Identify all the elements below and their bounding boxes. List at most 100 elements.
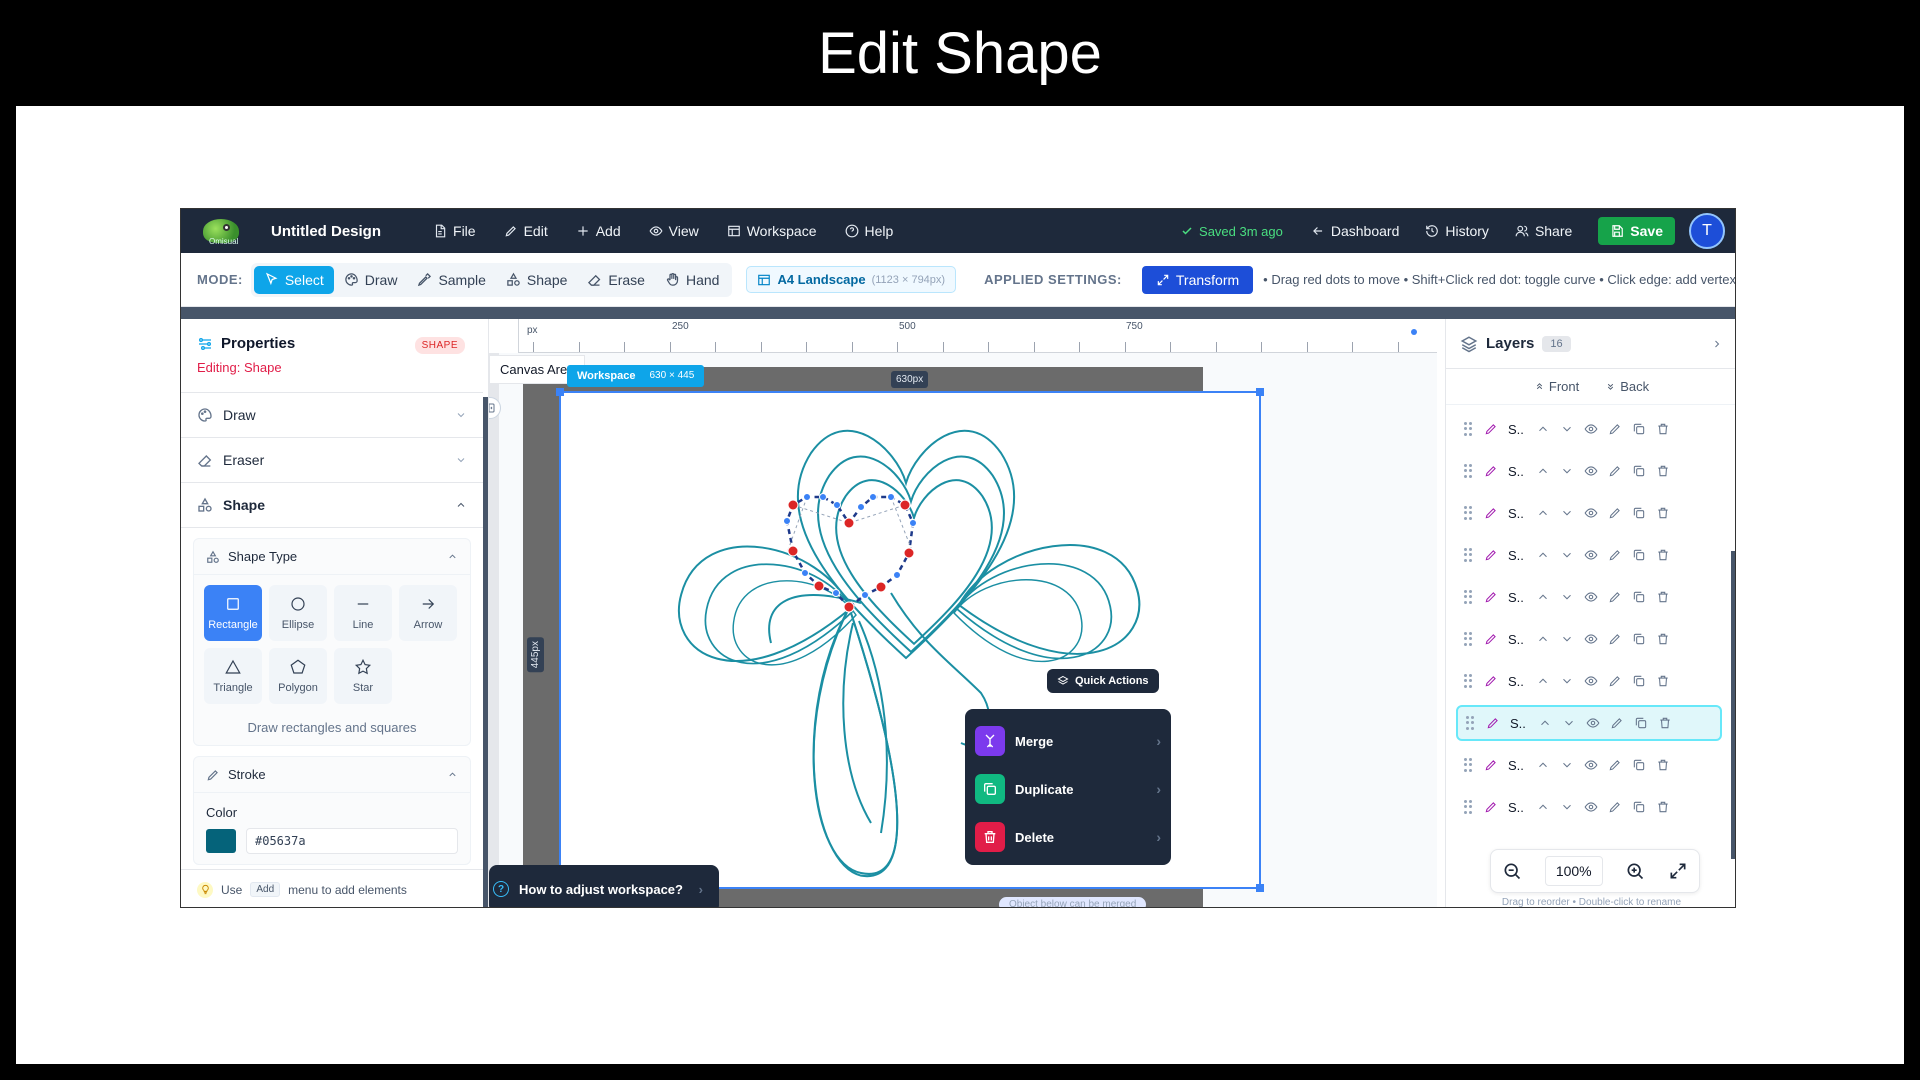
vertex-handle[interactable] (787, 499, 799, 511)
delete-trash-icon[interactable] (1658, 716, 1672, 730)
drag-handle-icon[interactable] (1464, 674, 1474, 688)
delete-trash-icon[interactable] (1656, 506, 1670, 520)
edit-pencil-icon[interactable] (1608, 506, 1622, 520)
collapse-panel-button[interactable] (489, 397, 501, 419)
control-point[interactable] (803, 493, 811, 501)
layer-row[interactable]: S.. (1456, 579, 1722, 615)
menu-help[interactable]: Help (845, 223, 893, 239)
shape-polygon-button[interactable]: Polygon (269, 648, 327, 704)
mode-shape-button[interactable]: Shape (496, 266, 577, 294)
vertex-handle[interactable] (843, 601, 855, 613)
visibility-eye-icon[interactable] (1584, 506, 1598, 520)
layer-name[interactable]: S.. (1508, 464, 1526, 479)
shape-star-button[interactable]: Star (334, 648, 392, 704)
delete-trash-icon[interactable] (1656, 758, 1670, 772)
menu-view[interactable]: View (649, 223, 699, 239)
control-point[interactable] (909, 519, 917, 527)
shape-triangle-button[interactable]: Triangle (204, 648, 262, 704)
drag-handle-icon[interactable] (1464, 548, 1474, 562)
section-shape[interactable]: Shape (181, 483, 483, 528)
layer-row[interactable]: S.. (1456, 663, 1722, 699)
delete-trash-icon[interactable] (1656, 800, 1670, 814)
menu-edit[interactable]: Edit (504, 223, 548, 239)
mode-select-button[interactable]: Select (253, 265, 334, 294)
merge-action[interactable]: Merge › (975, 717, 1161, 765)
menu-file[interactable]: File (433, 223, 476, 239)
mode-hand-button[interactable]: Hand (655, 266, 729, 294)
move-down-icon[interactable] (1560, 800, 1574, 814)
duplicate-icon[interactable] (1634, 716, 1648, 730)
move-down-icon[interactable] (1560, 674, 1574, 688)
transform-button[interactable]: Transform (1141, 265, 1254, 294)
ruler-position-marker[interactable] (1411, 329, 1417, 335)
move-up-icon[interactable] (1536, 506, 1550, 520)
move-up-icon[interactable] (1536, 800, 1550, 814)
shape-rectangle-button[interactable]: Rectangle (204, 585, 262, 641)
layer-name[interactable]: S.. (1508, 632, 1526, 647)
vertex-handle[interactable] (843, 517, 855, 529)
vertex-handle[interactable] (813, 580, 825, 592)
layer-row[interactable]: S.. (1456, 453, 1722, 489)
visibility-eye-icon[interactable] (1584, 422, 1598, 436)
drag-handle-icon[interactable] (1466, 716, 1476, 730)
vertex-handle[interactable] (875, 581, 887, 593)
duplicate-icon[interactable] (1632, 758, 1646, 772)
delete-trash-icon[interactable] (1656, 548, 1670, 562)
layer-row[interactable]: S.. (1456, 789, 1722, 825)
drag-handle-icon[interactable] (1464, 422, 1474, 436)
shape-line-button[interactable]: Line (334, 585, 392, 641)
control-point[interactable] (893, 571, 901, 579)
mode-sample-button[interactable]: Sample (407, 266, 495, 294)
control-point[interactable] (832, 589, 840, 597)
move-down-icon[interactable] (1562, 716, 1576, 730)
visibility-eye-icon[interactable] (1584, 800, 1598, 814)
section-eraser[interactable]: Eraser (181, 438, 483, 483)
layer-name[interactable]: S.. (1508, 548, 1526, 563)
duplicate-icon[interactable] (1632, 548, 1646, 562)
drag-handle-icon[interactable] (1464, 632, 1474, 646)
zoom-out-icon[interactable] (1502, 861, 1522, 881)
duplicate-icon[interactable] (1632, 422, 1646, 436)
move-up-icon[interactable] (1536, 548, 1550, 562)
drag-handle-icon[interactable] (1464, 464, 1474, 478)
control-point[interactable] (861, 591, 869, 599)
layer-name[interactable]: S.. (1508, 422, 1526, 437)
duplicate-icon[interactable] (1632, 464, 1646, 478)
visibility-eye-icon[interactable] (1586, 716, 1600, 730)
edit-pencil-icon[interactable] (1608, 674, 1622, 688)
edited-heart-outline[interactable] (785, 495, 915, 609)
delete-action[interactable]: Delete › (975, 813, 1161, 861)
edit-pencil-icon[interactable] (1608, 464, 1622, 478)
paper-size-selector[interactable]: A4 Landscape (1123 × 794px) (746, 266, 957, 293)
move-down-icon[interactable] (1560, 632, 1574, 646)
resize-handle-top-right[interactable] (1256, 388, 1264, 396)
mode-erase-button[interactable]: Erase (577, 266, 655, 294)
control-point[interactable] (869, 493, 877, 501)
drag-handle-icon[interactable] (1464, 800, 1474, 814)
layer-row[interactable]: S.. (1456, 411, 1722, 447)
edit-pencil-icon[interactable] (1608, 632, 1622, 646)
stroke-color-input[interactable]: #05637a (246, 828, 458, 854)
visibility-eye-icon[interactable] (1584, 674, 1598, 688)
zoom-in-icon[interactable] (1625, 861, 1645, 881)
mode-draw-button[interactable]: Draw (334, 266, 408, 294)
vertex-handle[interactable] (903, 547, 915, 559)
section-draw[interactable]: Draw (181, 393, 483, 438)
shape-type-header[interactable]: Shape Type (194, 539, 470, 575)
menu-add[interactable]: Add (576, 223, 621, 239)
control-point[interactable] (833, 501, 841, 509)
control-point[interactable] (801, 569, 809, 577)
layer-name[interactable]: S.. (1510, 716, 1528, 731)
move-down-icon[interactable] (1560, 758, 1574, 772)
resize-handle-top-left[interactable] (556, 388, 564, 396)
delete-trash-icon[interactable] (1656, 632, 1670, 646)
edit-pencil-icon[interactable] (1608, 800, 1622, 814)
layer-row[interactable]: S.. (1456, 621, 1722, 657)
move-down-icon[interactable] (1560, 590, 1574, 604)
fullscreen-icon[interactable] (1668, 861, 1688, 881)
delete-trash-icon[interactable] (1656, 464, 1670, 478)
duplicate-icon[interactable] (1632, 674, 1646, 688)
layer-row[interactable]: S.. (1456, 705, 1722, 741)
vertex-handle[interactable] (899, 499, 911, 511)
menu-workspace[interactable]: Workspace (727, 223, 817, 239)
